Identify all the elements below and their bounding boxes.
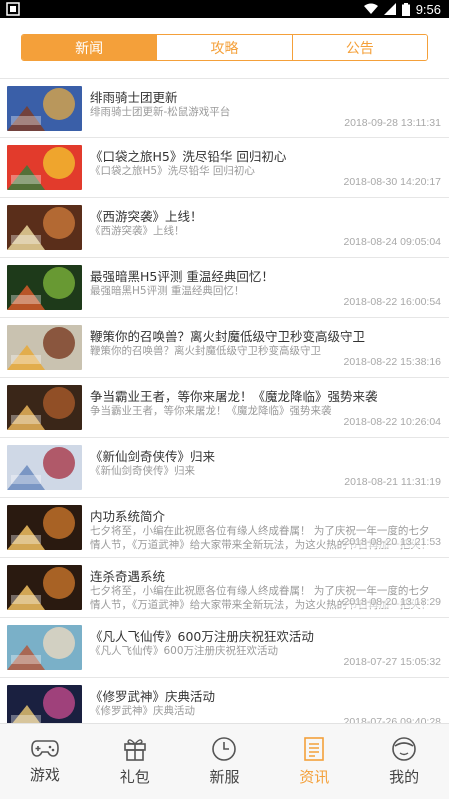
article-date: 2018-08-24 09:05:04 [343, 236, 441, 248]
news-icon [304, 737, 325, 761]
nav-new-servers-label: 新服 [209, 768, 240, 786]
battery-icon [401, 2, 410, 16]
signal-icon [383, 3, 396, 15]
article-title: 《新仙剑奇侠传》归来 [90, 449, 216, 464]
article-title: 《凡人飞仙传》600万注册庆祝狂欢活动 [90, 629, 314, 644]
bottom-navigation: 游戏 礼包 新服 资讯 我的 [0, 723, 449, 799]
article-thumbnail [7, 505, 82, 550]
list-item[interactable]: 《新仙剑奇侠传》归来 《新仙剑奇侠传》归来 2018-08-21 11:31:19 [0, 438, 449, 498]
article-date: 2018-08-30 14:20:17 [343, 176, 441, 188]
article-date: 2018-08-21 11:31:19 [344, 476, 441, 488]
article-date: 2018-09-28 13:11:31 [344, 117, 441, 129]
category-segmented-control: 新闻 攻略 公告 [21, 34, 428, 61]
list-item[interactable]: 《西游突袭》上线！ 《西游突袭》上线！ 2018-08-24 09:05:04 [0, 198, 449, 258]
article-title: 《修罗武神》庆典活动 [90, 689, 216, 704]
article-date: 2018-07-27 15:05:32 [343, 656, 441, 668]
article-thumbnail [7, 625, 82, 670]
nav-gifts-label: 礼包 [119, 768, 150, 786]
clock-time: 9:56 [415, 1, 441, 17]
list-item[interactable]: 《凡人飞仙传》600万注册庆祝狂欢活动 《凡人飞仙传》600万注册庆祝狂欢活动 20… [0, 618, 449, 678]
wifi-icon [363, 3, 378, 14]
nav-profile[interactable]: 我的 [359, 724, 449, 799]
article-title: 连杀奇遇系统 [90, 569, 166, 584]
nav-news-label: 资讯 [299, 768, 330, 786]
article-date: 2018-08-22 10:26:04 [343, 416, 441, 428]
article-title: 鞭策你的召唤兽？离火封魔低级守卫秒变高级守卫 [90, 329, 366, 344]
tab-guides[interactable]: 攻略 [157, 35, 293, 60]
article-thumbnail [7, 86, 82, 131]
nav-news[interactable]: 资讯 [269, 724, 359, 799]
article-date: 2018-08-22 15:38:16 [343, 356, 441, 368]
article-thumbnail [7, 205, 82, 250]
notification-icon [6, 2, 20, 16]
category-tabs-area: 新闻 攻略 公告 [0, 18, 449, 78]
profile-icon [392, 737, 416, 761]
article-thumbnail [7, 565, 82, 610]
list-item[interactable]: 争当霸业王者，等你来屠龙！《魔龙降临》强势来袭 争当霸业王者，等你来屠龙！《魔龙降… [0, 378, 449, 438]
article-thumbnail [7, 445, 82, 490]
article-thumbnail [7, 385, 82, 430]
nav-games[interactable]: 游戏 [0, 724, 90, 799]
article-title: 争当霸业王者，等你来屠龙！《魔龙降临》强势来袭 [90, 389, 378, 404]
list-item[interactable]: 《修罗武神》庆典活动 《修罗武神》庆典活动 2018-07-26 09:40:28 [0, 678, 449, 723]
article-thumbnail [7, 325, 82, 370]
gamepad-icon [31, 740, 59, 757]
article-title: 《西游突袭》上线！ [90, 209, 203, 224]
list-item[interactable]: 《口袋之旅H5》洗尽铅华 回归初心 《口袋之旅H5》洗尽铅华 回归初心 2018-0… [0, 138, 449, 198]
list-item[interactable]: 鞭策你的召唤兽？离火封魔低级守卫秒变高级守卫 鞭策你的召唤兽？离火封魔低级守卫秒变… [0, 318, 449, 378]
nav-profile-label: 我的 [389, 768, 420, 786]
article-title: 绯雨骑士团更新 [90, 90, 178, 105]
list-item[interactable]: 内功系统简介 七夕将至，小编在此祝愿各位有缘人终成眷属！ 为了庆祝一年一度的七夕情… [0, 498, 449, 558]
article-date: 2018-08-22 16:00:54 [343, 296, 441, 308]
news-list: 绯雨骑士团更新 绯雨骑士团更新-松鼠游戏平台 2018-09-28 13:11:31… [0, 78, 449, 723]
nav-gifts[interactable]: 礼包 [90, 724, 180, 799]
tab-news[interactable]: 新闻 [22, 35, 158, 60]
article-title: 最强暗黑H5评测 重温经典回忆！ [90, 269, 274, 284]
article-date: 2018-08-20 13:18:29 [343, 596, 441, 608]
nav-new-servers[interactable]: 新服 [180, 724, 270, 799]
article-date: 2018-07-26 09:40:28 [343, 716, 441, 723]
article-thumbnail [7, 145, 82, 190]
article-title: 内功系统简介 [90, 509, 166, 524]
status-bar: 9:56 [0, 0, 449, 18]
gift-icon [123, 739, 146, 761]
list-item[interactable]: 连杀奇遇系统 七夕将至，小编在此祝愿各位有缘人终成眷属！ 为了庆祝一年一度的七夕情… [0, 558, 449, 618]
article-date: 2018-08-20 13:21:53 [343, 536, 441, 548]
list-item[interactable]: 绯雨骑士团更新 绯雨骑士团更新-松鼠游戏平台 2018-09-28 13:11:31 [0, 78, 449, 138]
nav-games-label: 游戏 [29, 766, 60, 784]
article-title: 《口袋之旅H5》洗尽铅华 回归初心 [90, 149, 287, 164]
clock-icon [212, 737, 237, 761]
tab-announcements[interactable]: 公告 [292, 35, 427, 60]
article-thumbnail [7, 265, 82, 310]
article-thumbnail [7, 685, 82, 723]
list-item[interactable]: 最强暗黑H5评测 重温经典回忆！ 最强暗黑H5评测 重温经典回忆！ 2018-08-… [0, 258, 449, 318]
